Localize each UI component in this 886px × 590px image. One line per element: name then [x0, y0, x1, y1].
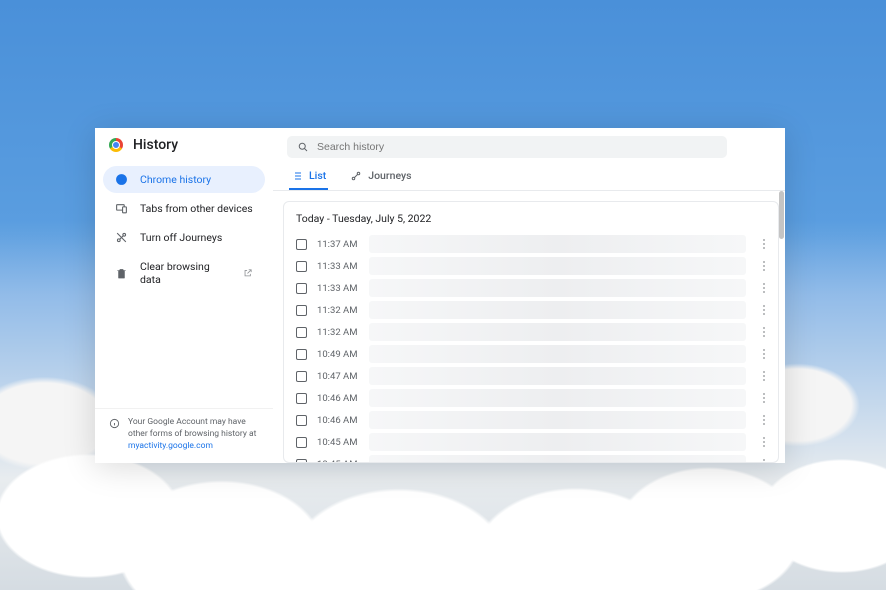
- sidebar-item-tabs-other-devices[interactable]: Tabs from other devices: [103, 195, 265, 222]
- header: History: [95, 128, 273, 166]
- chrome-logo-icon: [109, 138, 123, 152]
- row-checkbox[interactable]: [296, 393, 307, 404]
- main-content: List Journeys Today - Tuesday, July 5, 2…: [273, 128, 785, 463]
- date-header: Today - Tuesday, July 5, 2022: [284, 202, 778, 233]
- row-more-button[interactable]: [756, 412, 772, 428]
- row-checkbox[interactable]: [296, 349, 307, 360]
- row-more-button[interactable]: [756, 258, 772, 274]
- page-title: History: [133, 137, 178, 153]
- row-checkbox[interactable]: [296, 437, 307, 448]
- row-time: 10:45 AM: [317, 459, 359, 464]
- row-checkbox[interactable]: [296, 239, 307, 250]
- history-row[interactable]: 10:47 AM: [284, 365, 778, 387]
- history-row[interactable]: 10:46 AM: [284, 387, 778, 409]
- row-checkbox[interactable]: [296, 283, 307, 294]
- sidebar-item-label: Turn off Journeys: [140, 231, 222, 244]
- tab-list[interactable]: List: [289, 162, 328, 190]
- sidebar: History Chrome history Tabs from other d…: [95, 128, 273, 463]
- row-more-button[interactable]: [756, 236, 772, 252]
- history-row[interactable]: 10:45 AM: [284, 431, 778, 453]
- devices-icon: [115, 202, 128, 215]
- sidebar-item-label: Chrome history: [140, 173, 211, 186]
- row-checkbox[interactable]: [296, 327, 307, 338]
- footer-text: Your Google Account may have other forms…: [128, 417, 259, 453]
- row-checkbox[interactable]: [296, 261, 307, 272]
- search-box[interactable]: [287, 136, 727, 158]
- search-icon: [297, 141, 309, 153]
- row-more-button[interactable]: [756, 324, 772, 340]
- tab-journeys[interactable]: Journeys: [348, 162, 413, 190]
- row-entry-placeholder: [369, 411, 746, 429]
- row-checkbox[interactable]: [296, 459, 307, 464]
- history-row[interactable]: 11:32 AM: [284, 321, 778, 343]
- row-more-button[interactable]: [756, 368, 772, 384]
- sidebar-item-chrome-history[interactable]: Chrome history: [103, 166, 265, 193]
- journeys-off-icon: [115, 231, 128, 244]
- row-time: 11:33 AM: [317, 283, 359, 294]
- row-entry-placeholder: [369, 455, 746, 463]
- row-entry-placeholder: [369, 367, 746, 385]
- row-more-button[interactable]: [756, 346, 772, 362]
- history-row[interactable]: 10:49 AM: [284, 343, 778, 365]
- row-entry-placeholder: [369, 323, 746, 341]
- row-time: 11:33 AM: [317, 261, 359, 272]
- row-time: 10:46 AM: [317, 393, 359, 404]
- history-content: Today - Tuesday, July 5, 2022 11:37 AM11…: [273, 191, 785, 463]
- search-row: [273, 128, 785, 162]
- sidebar-item-label: Clear browsing data: [140, 260, 231, 286]
- history-row[interactable]: 10:45 AM: [284, 453, 778, 463]
- row-entry-placeholder: [369, 389, 746, 407]
- tabs: List Journeys: [273, 162, 785, 191]
- external-link-icon: [243, 268, 253, 278]
- history-row[interactable]: 11:32 AM: [284, 299, 778, 321]
- row-entry-placeholder: [369, 279, 746, 297]
- row-more-button[interactable]: [756, 434, 772, 450]
- scrollbar-thumb[interactable]: [779, 191, 784, 239]
- row-more-button[interactable]: [756, 390, 772, 406]
- search-input[interactable]: [317, 141, 717, 153]
- row-time: 11:37 AM: [317, 239, 359, 250]
- tab-label: Journeys: [368, 169, 411, 182]
- tab-label: List: [309, 169, 326, 182]
- history-row[interactable]: 10:46 AM: [284, 409, 778, 431]
- row-more-button[interactable]: [756, 280, 772, 296]
- row-time: 10:46 AM: [317, 415, 359, 426]
- row-more-button[interactable]: [756, 302, 772, 318]
- history-card: Today - Tuesday, July 5, 2022 11:37 AM11…: [283, 201, 779, 463]
- history-row[interactable]: 11:37 AM: [284, 233, 778, 255]
- row-checkbox[interactable]: [296, 305, 307, 316]
- clock-icon: [115, 173, 128, 186]
- journeys-icon: [350, 170, 362, 182]
- sidebar-nav: Chrome history Tabs from other devices T…: [95, 166, 273, 295]
- history-row[interactable]: 11:33 AM: [284, 255, 778, 277]
- row-entry-placeholder: [369, 301, 746, 319]
- sidebar-item-label: Tabs from other devices: [140, 202, 253, 215]
- row-entry-placeholder: [369, 235, 746, 253]
- row-entry-placeholder: [369, 257, 746, 275]
- row-time: 11:32 AM: [317, 327, 359, 338]
- sidebar-item-clear-browsing-data[interactable]: Clear browsing data: [103, 253, 265, 293]
- row-entry-placeholder: [369, 345, 746, 363]
- history-row[interactable]: 11:33 AM: [284, 277, 778, 299]
- history-rows: 11:37 AM 11:33 AM 11:33 AM 11:32 AM 11:32 AM…: [284, 233, 778, 463]
- row-more-button[interactable]: [756, 456, 772, 463]
- row-time: 10:45 AM: [317, 437, 359, 448]
- row-time: 11:32 AM: [317, 305, 359, 316]
- chrome-history-window: History Chrome history Tabs from other d…: [95, 128, 785, 463]
- list-icon: [291, 170, 303, 182]
- sidebar-item-turn-off-journeys[interactable]: Turn off Journeys: [103, 224, 265, 251]
- sidebar-footer: Your Google Account may have other forms…: [95, 408, 273, 463]
- myactivity-link[interactable]: myactivity.google.com: [128, 441, 213, 451]
- trash-icon: [115, 267, 128, 280]
- row-checkbox[interactable]: [296, 371, 307, 382]
- info-icon: [109, 418, 120, 429]
- row-entry-placeholder: [369, 433, 746, 451]
- row-time: 10:49 AM: [317, 349, 359, 360]
- row-time: 10:47 AM: [317, 371, 359, 382]
- row-checkbox[interactable]: [296, 415, 307, 426]
